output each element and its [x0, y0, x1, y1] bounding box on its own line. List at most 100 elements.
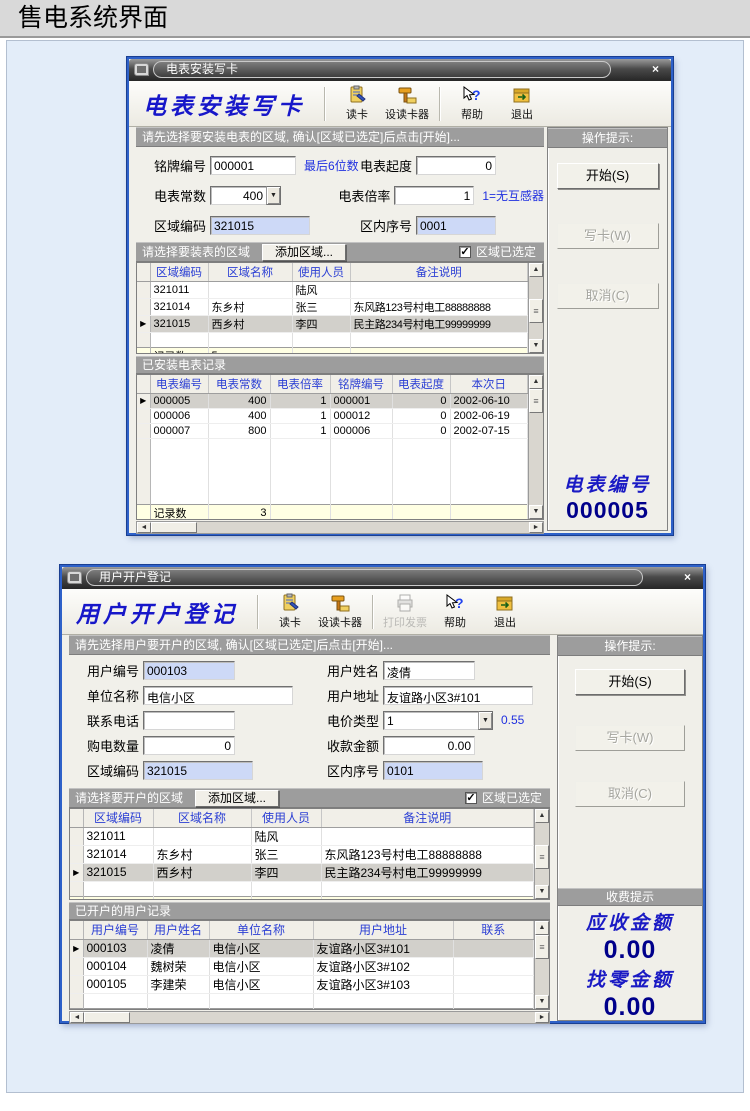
- col-header[interactable]: 用户地址: [313, 921, 453, 939]
- table-row[interactable]: 000104 魏树荣 电信小区 友谊路小区3#102: [70, 957, 534, 975]
- add-region-button[interactable]: 添加区域...: [195, 790, 279, 807]
- scroll-right-icon[interactable]: ►: [535, 1012, 549, 1023]
- table-row[interactable]: 000006 400 1 000012 0 2002-06-19: [137, 408, 528, 423]
- exit-button[interactable]: 退出: [497, 85, 547, 122]
- table-row[interactable]: 321014 东乡村 张三 东风路123号村电工88888888: [137, 298, 528, 315]
- col-header[interactable]: 区域名称: [153, 809, 251, 827]
- constant-combobox[interactable]: 400 ▼: [210, 186, 281, 205]
- col-header[interactable]: 使用人员: [292, 263, 350, 281]
- scrollbar-thumb[interactable]: ≡: [535, 935, 549, 959]
- col-header[interactable]: 区域名称: [208, 263, 292, 281]
- scroll-down-icon[interactable]: ▼: [529, 505, 543, 519]
- table-row-selected[interactable]: ▶ 000103 凌倩 电信小区 友谊路小区3#101: [70, 939, 534, 957]
- scroll-left-icon[interactable]: ◄: [70, 1012, 84, 1023]
- col-header[interactable]: 联系: [453, 921, 534, 939]
- table-row-selected[interactable]: ▶ 321015 西乡村 李四 民主路234号村电工99999999: [70, 863, 534, 881]
- start-button[interactable]: 开始(S): [575, 669, 685, 695]
- instruction-bar: 请先选择要安装电表的区域, 确认[区域已选定]后点击[开始]...: [136, 127, 544, 147]
- horizontal-scrollbar[interactable]: ◄ ►: [69, 1011, 550, 1024]
- col-header[interactable]: 备注说明: [350, 263, 528, 281]
- col-header[interactable]: 电表倍率: [270, 375, 330, 393]
- user-name-input[interactable]: 凌倩: [383, 661, 475, 680]
- table-row[interactable]: 321014 东乡村 张三 东风路123号村电工88888888: [70, 845, 534, 863]
- col-header[interactable]: 单位名称: [209, 921, 313, 939]
- checkbox-check-icon[interactable]: ✓: [459, 246, 471, 258]
- table-row[interactable]: 321011 陆风: [70, 827, 534, 845]
- scrollbar-thumb[interactable]: ≡: [535, 845, 549, 869]
- col-header[interactable]: 区域编码: [150, 263, 208, 281]
- scroll-up-icon[interactable]: ▲: [529, 263, 543, 277]
- scroll-right-icon[interactable]: ►: [529, 522, 543, 533]
- col-header[interactable]: 电表编号: [150, 375, 208, 393]
- table-row[interactable]: 000105 李建荣 电信小区 友谊路小区3#103: [70, 975, 534, 993]
- scroll-down-icon[interactable]: ▼: [529, 339, 543, 353]
- start-button[interactable]: 开始(S): [557, 163, 659, 189]
- area-seq-input[interactable]: 0101: [383, 761, 483, 780]
- ratio-input[interactable]: 1: [394, 186, 474, 205]
- scroll-up-icon[interactable]: ▲: [535, 809, 549, 823]
- record-count-value: 5: [208, 347, 292, 353]
- table-row[interactable]: 000007 800 1 000006 0 2002-07-15: [137, 423, 528, 438]
- print-invoice-button[interactable]: 打印发票: [380, 593, 430, 630]
- meter-window-titlebar[interactable]: 电表安装写卡 ×: [129, 59, 671, 81]
- region-selected-checkbox[interactable]: ✓ 区域已选定: [459, 242, 536, 262]
- start-reading-input[interactable]: 0: [416, 156, 496, 175]
- scroll-down-icon[interactable]: ▼: [535, 885, 549, 899]
- table-row-selected[interactable]: ▶ 000005 400 1 000001 0 2002-06-10: [137, 393, 528, 408]
- write-card-button[interactable]: 写卡(W): [575, 725, 685, 751]
- read-card-button[interactable]: 读卡: [332, 85, 382, 122]
- area-code-input[interactable]: 321015: [210, 216, 310, 235]
- area-code-input[interactable]: 321015: [143, 761, 253, 780]
- table-row-selected[interactable]: ▶ 321015 西乡村 李四 民主路234号村电工99999999: [137, 315, 528, 332]
- help-button[interactable]: ? 帮助: [430, 593, 480, 630]
- address-input[interactable]: 友谊路小区3#101: [383, 686, 533, 705]
- account-window-titlebar[interactable]: 用户开户登记 ×: [62, 567, 703, 589]
- checkbox-check-icon[interactable]: ✓: [465, 792, 477, 804]
- chevron-down-icon[interactable]: ▼: [478, 711, 493, 730]
- exit-button[interactable]: 退出: [480, 593, 530, 630]
- scrollbar-thumb[interactable]: [84, 1012, 130, 1023]
- col-header[interactable]: 备注说明: [321, 809, 534, 827]
- price-type-combobox[interactable]: 1 ▼: [383, 711, 493, 730]
- cancel-button[interactable]: 取消(C): [557, 283, 659, 309]
- quantity-input[interactable]: 0: [143, 736, 235, 755]
- scrollbar-thumb[interactable]: ≡: [529, 299, 543, 323]
- scroll-up-icon[interactable]: ▲: [535, 921, 549, 935]
- col-header[interactable]: 使用人员: [251, 809, 321, 827]
- vertical-scrollbar[interactable]: ▲ ≡ ▼: [534, 921, 549, 1009]
- unit-name-input[interactable]: 电信小区: [143, 686, 293, 705]
- set-reader-button[interactable]: 设读卡器: [315, 593, 365, 630]
- close-icon[interactable]: ×: [679, 570, 696, 585]
- cancel-button[interactable]: 取消(C): [575, 781, 685, 807]
- horizontal-scrollbar[interactable]: ◄ ►: [136, 521, 544, 534]
- phone-input[interactable]: [143, 711, 235, 730]
- table-row[interactable]: 321011 陆风: [137, 281, 528, 298]
- scroll-up-icon[interactable]: ▲: [529, 375, 543, 389]
- set-reader-button[interactable]: 设读卡器: [382, 85, 432, 122]
- vertical-scrollbar[interactable]: ▲ ≡ ▼: [534, 809, 549, 899]
- scrollbar-thumb[interactable]: [151, 522, 197, 533]
- write-card-button[interactable]: 写卡(W): [557, 223, 659, 249]
- read-card-button[interactable]: 读卡: [265, 593, 315, 630]
- nameplate-input[interactable]: 000001: [210, 156, 296, 175]
- amount-input[interactable]: 0.00: [383, 736, 475, 755]
- chevron-down-icon[interactable]: ▼: [266, 186, 281, 205]
- user-no-input[interactable]: 000103: [143, 661, 235, 680]
- vertical-scrollbar[interactable]: ▲ ≡ ▼: [528, 263, 543, 353]
- col-header[interactable]: 用户编号: [83, 921, 147, 939]
- area-seq-input[interactable]: 0001: [416, 216, 496, 235]
- help-button[interactable]: ? 帮助: [447, 85, 497, 122]
- vertical-scrollbar[interactable]: ▲ ≡ ▼: [528, 375, 543, 519]
- add-region-button[interactable]: 添加区域...: [262, 244, 346, 261]
- scroll-down-icon[interactable]: ▼: [535, 995, 549, 1009]
- col-header[interactable]: 电表常数: [208, 375, 270, 393]
- col-header[interactable]: 电表起度: [392, 375, 450, 393]
- scroll-left-icon[interactable]: ◄: [137, 522, 151, 533]
- scrollbar-thumb[interactable]: ≡: [529, 389, 543, 413]
- region-selected-checkbox[interactable]: ✓ 区域已选定: [465, 788, 542, 808]
- close-icon[interactable]: ×: [647, 62, 664, 77]
- col-header[interactable]: 区域编码: [83, 809, 153, 827]
- col-header[interactable]: 铭牌编号: [330, 375, 392, 393]
- col-header[interactable]: 用户姓名: [147, 921, 209, 939]
- col-header[interactable]: 本次日: [450, 375, 528, 393]
